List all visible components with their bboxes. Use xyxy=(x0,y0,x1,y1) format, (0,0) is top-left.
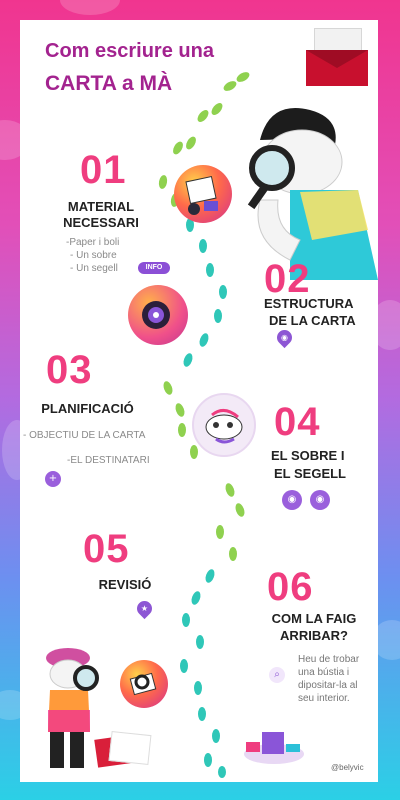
step-06-description: seu interior. xyxy=(298,693,350,704)
character-with-magnifier-illustration xyxy=(247,108,378,280)
envelope-illustration xyxy=(306,28,368,86)
step-01-item: -Paper i boli xyxy=(66,237,120,248)
step-01-number: 01 xyxy=(80,148,127,192)
step-04-heading-line1: EL SOBRE I xyxy=(271,448,345,463)
infographic-card: Com escriure una CARTA a MÀ 01 MATERIAL … xyxy=(20,20,378,782)
eye-icon[interactable]: ◉ xyxy=(282,490,302,510)
author-credit: @belyvic xyxy=(331,763,364,772)
step-06-description: dipositar-la al xyxy=(298,680,358,691)
step-03-number: 03 xyxy=(46,348,93,392)
step-02-illustration xyxy=(128,285,188,345)
step-06-heading-line1: COM LA FAIG xyxy=(271,611,357,626)
star-pin-icon[interactable]: ★ xyxy=(133,597,156,620)
step-01-illustration xyxy=(174,165,232,223)
step-01-item: - Un sobre xyxy=(70,250,117,261)
step-06-heading-line2: ARRIBAR? xyxy=(280,628,348,643)
character-detective-illustration xyxy=(46,648,99,768)
step-01-heading-line2: NECESSARI xyxy=(63,215,139,230)
magnifier-illustration xyxy=(120,660,168,708)
info-badge[interactable]: INFO xyxy=(138,262,170,274)
step-03-illustration xyxy=(192,393,256,457)
red-letters-illustration xyxy=(94,730,152,768)
step-03-heading: PLANIFICACIÓ xyxy=(41,401,134,416)
mailbox-illustration xyxy=(244,732,304,764)
step-05-number: 05 xyxy=(83,527,130,571)
step-03-item: - OBJECTIU DE LA CARTA xyxy=(23,430,146,441)
step-06-number: 06 xyxy=(267,565,314,609)
plus-icon[interactable]: + xyxy=(45,471,61,487)
step-02-heading-line1: ESTRUCTURA xyxy=(264,296,354,311)
step-04-number: 04 xyxy=(274,400,321,444)
step-04-heading-line2: EL SEGELL xyxy=(274,466,346,481)
eye-icon[interactable]: ◉ xyxy=(310,490,330,510)
step-01-item: - Un segell xyxy=(70,263,118,274)
step-06-description: una bústia i xyxy=(298,667,350,678)
eye-pin-icon[interactable]: ◉ xyxy=(273,326,296,349)
step-06-description: Heu de trobar xyxy=(298,654,360,665)
search-icon[interactable]: ⌕ xyxy=(269,667,285,683)
step-01-heading-line1: MATERIAL xyxy=(67,199,135,214)
page-title-line2: CARTA a MÀ xyxy=(45,72,173,95)
step-03-item: -EL DESTINATARI xyxy=(67,455,150,466)
step-02-heading-line2: DE LA CARTA xyxy=(269,313,356,328)
step-05-heading: REVISIÓ xyxy=(98,577,152,592)
page-title-line1: Com escriure una xyxy=(45,40,214,62)
page-background: Com escriure una CARTA a MÀ 01 MATERIAL … xyxy=(0,0,400,800)
